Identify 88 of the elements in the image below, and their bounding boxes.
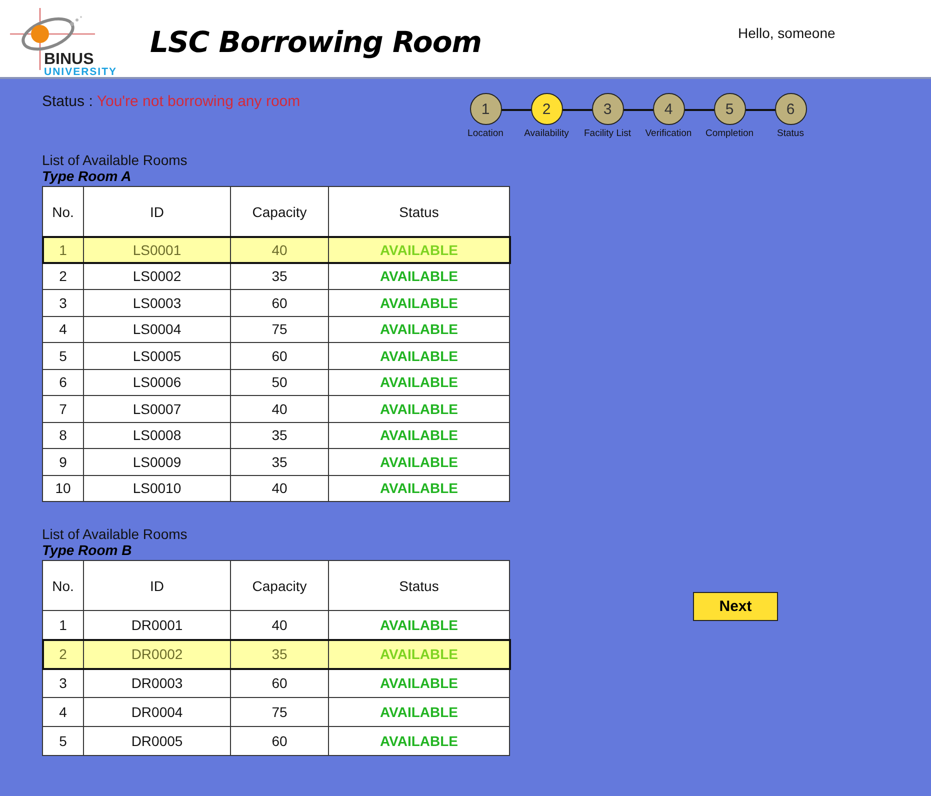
room-row[interactable]: 10 LS0010 40 AVAILABLE xyxy=(42,475,510,502)
status-cell: AVAILABLE xyxy=(328,668,510,698)
table-cell: LS0005 xyxy=(84,342,230,369)
table-cell: 40 xyxy=(230,396,328,422)
room-row[interactable]: 9 LS0009 35 AVAILABLE xyxy=(42,448,510,475)
table-cell: 6 xyxy=(42,369,84,396)
status-cell: AVAILABLE xyxy=(328,475,510,502)
column-header: Status xyxy=(328,560,510,610)
room-type-label: Type Room B xyxy=(42,542,133,558)
table-cell: 35 xyxy=(230,448,328,475)
table-cell: 75 xyxy=(230,316,328,342)
step-label: Status xyxy=(776,127,805,140)
status-value: You're not borrowing any room xyxy=(96,93,300,110)
status-cell: AVAILABLE xyxy=(328,263,510,290)
status-cell: AVAILABLE xyxy=(328,396,510,422)
step-circle: 5 xyxy=(714,93,746,125)
status-cell: AVAILABLE xyxy=(328,448,510,475)
university-logo: BINUS UNIVERSITY xyxy=(10,8,128,76)
table-cell: 35 xyxy=(230,422,328,448)
room-row[interactable]: 2 DR0002 35 AVAILABLE xyxy=(42,640,510,668)
column-header: ID xyxy=(84,560,230,610)
table-cell: 60 xyxy=(230,342,328,369)
status-cell: AVAILABLE xyxy=(328,726,510,756)
table-cell: 4 xyxy=(42,316,84,342)
step-label: Completion xyxy=(704,127,755,140)
step-label: Verification xyxy=(644,127,693,140)
step-circle: 3 xyxy=(592,93,624,125)
room-row[interactable]: 2 LS0002 35 AVAILABLE xyxy=(42,263,510,290)
table-cell: 9 xyxy=(42,448,84,475)
room-row[interactable]: 3 DR0003 60 AVAILABLE xyxy=(42,668,510,698)
table-cell: 8 xyxy=(42,422,84,448)
table-cell: 4 xyxy=(42,698,84,726)
table-cell: DR0005 xyxy=(84,726,230,756)
room-row[interactable]: 4 LS0004 75 AVAILABLE xyxy=(42,316,510,342)
next-button[interactable]: Next xyxy=(693,592,778,621)
table-cell: 60 xyxy=(230,668,328,698)
table-cell: 3 xyxy=(42,290,84,316)
table-cell: 5 xyxy=(42,726,84,756)
step-label: Location xyxy=(466,127,504,140)
table-cell: LS0007 xyxy=(84,396,230,422)
table-cell: 60 xyxy=(230,726,328,756)
table-cell: DR0004 xyxy=(84,698,230,726)
table-cell: LS0006 xyxy=(84,369,230,396)
greeting: Hello, someone xyxy=(738,25,836,41)
table-cell: 75 xyxy=(230,698,328,726)
room-row[interactable]: 1 LS0001 40 AVAILABLE xyxy=(42,236,510,263)
table-cell: 2 xyxy=(42,263,84,290)
status-cell: AVAILABLE xyxy=(328,316,510,342)
table-cell: 40 xyxy=(230,475,328,502)
status-cell: AVAILABLE xyxy=(328,342,510,369)
step-circle: 2 xyxy=(530,93,562,125)
room-type-label: Type Room A xyxy=(42,168,132,184)
step-circle: 6 xyxy=(774,93,806,125)
table-cell: LS0004 xyxy=(84,316,230,342)
room-row[interactable]: 7 LS0007 40 AVAILABLE xyxy=(42,396,510,422)
room-row[interactable]: 5 DR0005 60 AVAILABLE xyxy=(42,726,510,756)
table-cell: 3 xyxy=(42,668,84,698)
status-label: Status : xyxy=(42,93,93,110)
status-cell: AVAILABLE xyxy=(328,290,510,316)
step-circle: 1 xyxy=(470,93,502,125)
table-cell: DR0003 xyxy=(84,668,230,698)
room-row[interactable]: 3 LS0003 60 AVAILABLE xyxy=(42,290,510,316)
list-heading: List of Available Rooms xyxy=(42,152,188,168)
room-row[interactable]: 5 LS0005 60 AVAILABLE xyxy=(42,342,510,369)
table-cell: LS0008 xyxy=(84,422,230,448)
step-label: Availability xyxy=(523,127,570,140)
table-cell: 10 xyxy=(42,475,84,502)
step-label: Facility List xyxy=(583,127,632,140)
page-title: LSC Borrowing Room xyxy=(150,25,482,59)
list-heading: List of Available Rooms xyxy=(42,526,188,542)
table-cell: 35 xyxy=(230,263,328,290)
column-header: No. xyxy=(42,560,84,610)
table-cell: 50 xyxy=(230,369,328,396)
column-header: Capacity xyxy=(230,560,328,610)
table-cell: 7 xyxy=(42,396,84,422)
table-cell: LS0002 xyxy=(84,263,230,290)
table-cell: LS0003 xyxy=(84,290,230,316)
table-cell: 5 xyxy=(42,342,84,369)
room-row[interactable]: 6 LS0006 50 AVAILABLE xyxy=(42,369,510,396)
status-cell: AVAILABLE xyxy=(328,422,510,448)
table-cell: LS0010 xyxy=(84,475,230,502)
room-row[interactable]: 4 DR0004 75 AVAILABLE xyxy=(42,698,510,726)
step-circle: 4 xyxy=(652,93,684,125)
status-cell: AVAILABLE xyxy=(328,369,510,396)
table-cell: LS0009 xyxy=(84,448,230,475)
status-cell: AVAILABLE xyxy=(328,698,510,726)
table-cell: 60 xyxy=(230,290,328,316)
room-row[interactable]: 8 LS0008 35 AVAILABLE xyxy=(42,422,510,448)
